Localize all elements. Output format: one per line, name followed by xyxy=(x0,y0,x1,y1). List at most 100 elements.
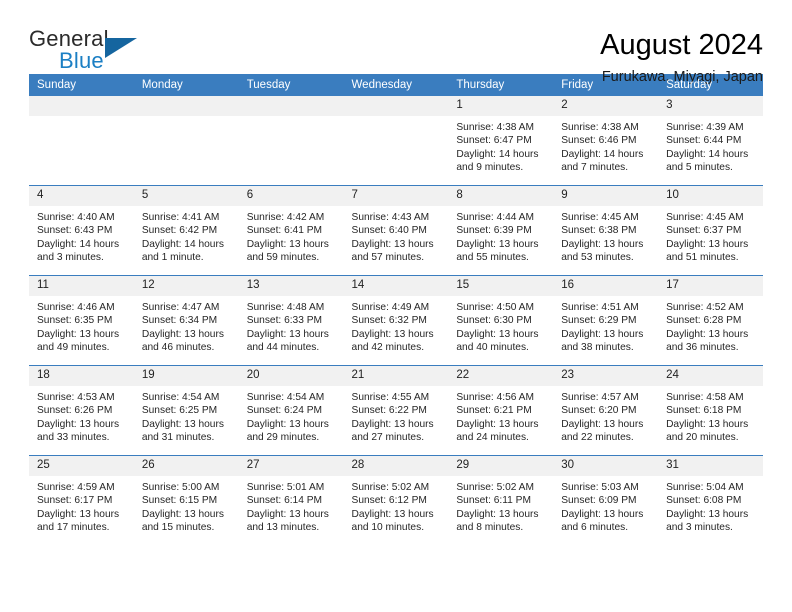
calendar-day-cell[interactable]: 8 Sunrise: 4:44 AM Sunset: 6:39 PM Daylight… xyxy=(448,185,554,276)
calendar-day-cell[interactable]: 12 Sunrise: 4:47 AM Sunset: 6:34 PM Dayligh… xyxy=(133,275,239,366)
calendar-day-cell[interactable]: 4 Sunrise: 4:40 AM Sunset: 6:43 PM Daylight… xyxy=(29,185,134,276)
day-detail-line: Daylight: 13 hours xyxy=(561,238,644,250)
day-detail-line: and 3 minutes. xyxy=(666,522,733,534)
day-number: 1 xyxy=(448,96,554,116)
day-number xyxy=(133,96,239,116)
day-number: 3 xyxy=(658,96,763,116)
day-detail-line: Sunrise: 5:01 AM xyxy=(246,481,325,493)
calendar-day-cell[interactable]: 23 Sunrise: 4:57 AM Sunset: 6:20 PM Dayligh… xyxy=(553,365,659,456)
day-details: Sunrise: 4:58 AM Sunset: 6:18 PM Daylight:… xyxy=(658,386,763,445)
logo-triangle-icon xyxy=(105,38,137,58)
day-detail-line: Daylight: 13 hours xyxy=(666,418,749,430)
day-detail-line: and 10 minutes. xyxy=(351,522,425,534)
general-blue-logo[interactable]: General Blue xyxy=(29,28,159,80)
calendar-day-cell[interactable]: 6 Sunrise: 4:42 AM Sunset: 6:41 PM Daylight… xyxy=(238,185,344,276)
day-number: 4 xyxy=(29,186,134,206)
calendar-day-cell[interactable]: 22 Sunrise: 4:56 AM Sunset: 6:21 PM Dayligh… xyxy=(448,365,554,456)
day-detail-line: Sunrise: 4:55 AM xyxy=(351,391,430,403)
calendar-cell-empty xyxy=(133,96,239,186)
calendar-day-cell[interactable]: 31 Sunrise: 5:04 AM Sunset: 6:08 PM Dayligh… xyxy=(658,455,763,545)
page-header: General Blue August 2024 Furukawa, Miyag… xyxy=(29,0,763,86)
page-title: August 2024 xyxy=(600,29,763,61)
day-detail-line: Sunrise: 4:47 AM xyxy=(141,301,220,313)
day-detail-line: Sunset: 6:35 PM xyxy=(37,315,113,327)
calendar-day-cell[interactable]: 27 Sunrise: 5:01 AM Sunset: 6:14 PM Dayligh… xyxy=(238,455,344,545)
day-detail-line: and 3 minutes. xyxy=(37,252,104,264)
day-details: Sunrise: 4:45 AM Sunset: 6:38 PM Daylight:… xyxy=(553,206,658,265)
day-detail-line: Daylight: 13 hours xyxy=(351,508,434,520)
day-detail-line: Sunrise: 4:38 AM xyxy=(456,121,534,133)
day-detail-line: and 44 minutes. xyxy=(246,342,320,354)
calendar-day-cell[interactable]: 16 Sunrise: 4:51 AM Sunset: 6:29 PM Dayligh… xyxy=(553,275,659,366)
calendar-day-cell[interactable]: 30 Sunrise: 5:03 AM Sunset: 6:09 PM Dayligh… xyxy=(553,455,659,545)
calendar-week-row: 1 Sunrise: 4:38 AM Sunset: 6:47 PM Daylight… xyxy=(29,96,763,186)
calendar-day-cell[interactable]: 11 Sunrise: 4:46 AM Sunset: 6:35 PM Dayligh… xyxy=(29,275,134,366)
calendar-day-cell[interactable]: 25 Sunrise: 4:59 AM Sunset: 6:17 PM Dayligh… xyxy=(29,455,134,545)
day-detail-line: Daylight: 14 hours xyxy=(141,238,224,250)
calendar-day-cell[interactable]: 24 Sunrise: 4:58 AM Sunset: 6:18 PM Dayligh… xyxy=(658,365,763,456)
day-detail-line: Daylight: 13 hours xyxy=(141,418,224,430)
day-detail-line: Sunset: 6:20 PM xyxy=(561,405,637,417)
day-number xyxy=(29,96,134,116)
day-detail-line: and 31 minutes. xyxy=(141,432,215,444)
day-detail-line: Sunrise: 4:48 AM xyxy=(246,301,325,313)
day-details: Sunrise: 4:38 AM Sunset: 6:47 PM Daylight:… xyxy=(448,116,553,175)
day-details: Sunrise: 5:03 AM Sunset: 6:09 PM Daylight:… xyxy=(553,476,658,535)
day-detail-line: Sunset: 6:43 PM xyxy=(37,225,113,237)
day-detail-line: Sunrise: 4:54 AM xyxy=(141,391,220,403)
day-detail-line: Daylight: 13 hours xyxy=(351,418,434,430)
day-detail-line: Sunset: 6:34 PM xyxy=(141,315,218,327)
calendar-day-cell[interactable]: 19 Sunrise: 4:54 AM Sunset: 6:25 PM Dayligh… xyxy=(133,365,239,456)
day-number: 27 xyxy=(238,456,344,476)
day-detail-line: Sunset: 6:40 PM xyxy=(351,225,427,237)
calendar-day-cell[interactable]: 17 Sunrise: 4:52 AM Sunset: 6:28 PM Dayligh… xyxy=(658,275,763,366)
day-detail-line: Daylight: 13 hours xyxy=(561,418,644,430)
day-detail-line: and 24 minutes. xyxy=(456,432,529,444)
day-details: Sunrise: 4:52 AM Sunset: 6:28 PM Daylight:… xyxy=(658,296,763,355)
day-number: 28 xyxy=(343,456,449,476)
day-detail-line: Sunset: 6:15 PM xyxy=(141,495,218,507)
calendar-day-cell[interactable]: 2 Sunrise: 4:38 AM Sunset: 6:46 PM Daylight… xyxy=(553,96,659,186)
day-detail-line: Sunrise: 4:38 AM xyxy=(561,121,639,133)
day-number: 20 xyxy=(238,366,344,386)
day-detail-line: Daylight: 13 hours xyxy=(456,508,539,520)
calendar-day-cell[interactable]: 3 Sunrise: 4:39 AM Sunset: 6:44 PM Daylight… xyxy=(658,96,763,186)
calendar-body: 1 Sunrise: 4:38 AM Sunset: 6:47 PM Daylight… xyxy=(29,96,763,545)
day-detail-line: Daylight: 14 hours xyxy=(37,238,120,250)
calendar-day-cell[interactable]: 13 Sunrise: 4:48 AM Sunset: 6:33 PM Dayligh… xyxy=(238,275,344,366)
calendar-day-cell[interactable]: 26 Sunrise: 5:00 AM Sunset: 6:15 PM Dayligh… xyxy=(133,455,239,545)
day-detail-line: Sunrise: 4:50 AM xyxy=(456,301,534,313)
day-detail-line: and 53 minutes. xyxy=(561,252,634,264)
day-details: Sunrise: 4:38 AM Sunset: 6:46 PM Daylight:… xyxy=(553,116,658,175)
day-detail-line: Daylight: 13 hours xyxy=(37,418,120,430)
calendar-day-cell[interactable]: 29 Sunrise: 5:02 AM Sunset: 6:11 PM Dayligh… xyxy=(448,455,554,545)
day-detail-line: Daylight: 13 hours xyxy=(246,328,329,340)
day-detail-line: Daylight: 13 hours xyxy=(666,238,749,250)
day-detail-line: and 33 minutes. xyxy=(37,432,110,444)
day-detail-line: Sunset: 6:29 PM xyxy=(561,315,637,327)
day-details: Sunrise: 4:43 AM Sunset: 6:40 PM Daylight:… xyxy=(344,206,449,265)
calendar-day-cell[interactable]: 21 Sunrise: 4:55 AM Sunset: 6:22 PM Dayligh… xyxy=(343,365,449,456)
calendar-day-cell[interactable]: 9 Sunrise: 4:45 AM Sunset: 6:38 PM Daylight… xyxy=(553,185,659,276)
calendar-day-cell[interactable]: 5 Sunrise: 4:41 AM Sunset: 6:42 PM Daylight… xyxy=(133,185,239,276)
day-detail-line: Daylight: 13 hours xyxy=(561,508,644,520)
day-number: 19 xyxy=(133,366,239,386)
day-number: 5 xyxy=(133,186,239,206)
day-details: Sunrise: 4:46 AM Sunset: 6:35 PM Daylight:… xyxy=(29,296,134,355)
day-details: Sunrise: 4:45 AM Sunset: 6:37 PM Daylight:… xyxy=(658,206,763,265)
calendar-day-cell[interactable]: 18 Sunrise: 4:53 AM Sunset: 6:26 PM Dayligh… xyxy=(29,365,134,456)
calendar-day-cell[interactable]: 20 Sunrise: 4:54 AM Sunset: 6:24 PM Dayligh… xyxy=(238,365,344,456)
day-number: 16 xyxy=(553,276,659,296)
day-detail-line: Daylight: 13 hours xyxy=(141,508,224,520)
day-detail-line: Sunset: 6:42 PM xyxy=(141,225,218,237)
calendar-day-cell[interactable]: 14 Sunrise: 4:49 AM Sunset: 6:32 PM Dayligh… xyxy=(343,275,449,366)
calendar-day-cell[interactable]: 10 Sunrise: 4:45 AM Sunset: 6:37 PM Dayligh… xyxy=(658,185,763,276)
day-detail-line: Daylight: 13 hours xyxy=(141,328,224,340)
day-details: Sunrise: 5:00 AM Sunset: 6:15 PM Daylight:… xyxy=(134,476,239,535)
calendar-day-cell[interactable]: 15 Sunrise: 4:50 AM Sunset: 6:30 PM Dayligh… xyxy=(448,275,554,366)
day-details: Sunrise: 4:50 AM Sunset: 6:30 PM Daylight:… xyxy=(448,296,553,355)
calendar-day-cell[interactable]: 28 Sunrise: 5:02 AM Sunset: 6:12 PM Dayligh… xyxy=(343,455,449,545)
calendar-day-cell[interactable]: 7 Sunrise: 4:43 AM Sunset: 6:40 PM Daylight… xyxy=(343,185,449,276)
calendar-day-cell[interactable]: 1 Sunrise: 4:38 AM Sunset: 6:47 PM Daylight… xyxy=(448,96,554,186)
day-detail-line: Sunrise: 4:53 AM xyxy=(37,391,115,403)
